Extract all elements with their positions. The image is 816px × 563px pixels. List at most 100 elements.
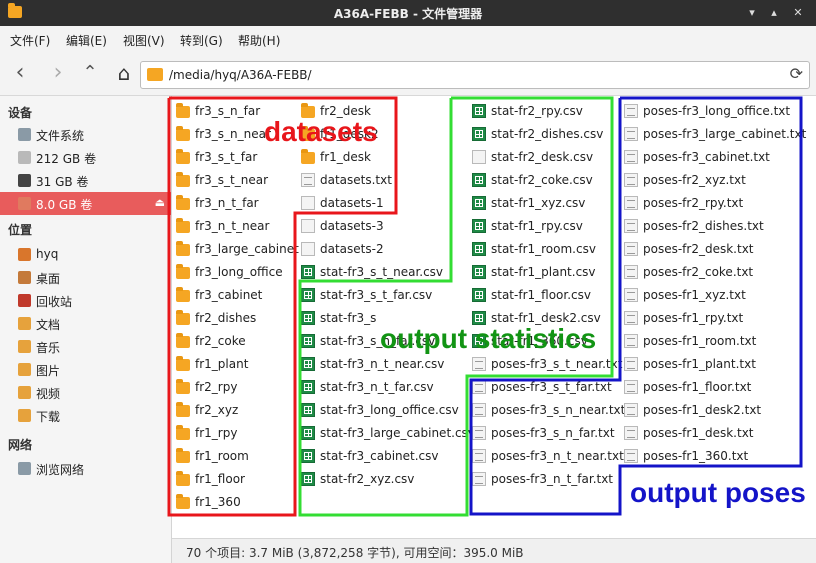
folder-item[interactable]: fr3_long_office [172, 261, 294, 284]
sidebar-item-places-7[interactable]: 下载 [0, 404, 171, 427]
videos-icon [18, 386, 31, 399]
menu-bar: 文件(F) 编辑(E) 视图(V) 转到(G) 帮助(H) [0, 26, 816, 52]
file-item[interactable]: poses-fr3_s_n_far.txt [468, 422, 618, 445]
spreadsheet-icon [301, 426, 315, 440]
file-item[interactable]: poses-fr1_desk2.txt [620, 399, 810, 422]
up-icon[interactable]: ⌃ [76, 60, 104, 88]
file-item[interactable]: poses-fr1_desk.txt [620, 422, 810, 445]
close-button[interactable]: ✕ [790, 5, 806, 21]
file-item[interactable]: stat-fr3_s_t_far.csv [297, 284, 465, 307]
sidebar-item-devices-3[interactable]: 8.0 GB 卷 ⏏ [0, 192, 171, 215]
file-name: poses-fr3_n_t_near.txt [491, 449, 624, 463]
folder-item[interactable]: fr3_n_t_near [172, 215, 294, 238]
sidebar-item-places-0[interactable]: hyq [0, 243, 171, 266]
eject-icon[interactable]: ⏏ [155, 196, 165, 209]
folder-icon [176, 126, 190, 141]
folder-item[interactable]: fr1_desk [297, 146, 465, 169]
folder-item[interactable]: fr2_rpy [172, 376, 294, 399]
file-item[interactable]: poses-fr3_n_t_far.txt [468, 468, 618, 491]
sidebar-item-places-4[interactable]: 音乐 [0, 335, 171, 358]
path-input[interactable]: /media/hyq/A36A-FEBB/ [169, 68, 312, 82]
folder-item[interactable]: fr2_xyz [172, 399, 294, 422]
minimize-button[interactable]: ▾ [744, 5, 760, 21]
menu-edit[interactable]: 编辑(E) [66, 32, 107, 49]
file-item[interactable]: poses-fr1_rpy.txt [620, 307, 810, 330]
file-item[interactable]: stat-fr1_plant.csv [468, 261, 618, 284]
file-item[interactable]: stat-fr3_long_office.csv [297, 399, 465, 422]
sidebar-item-devices-1[interactable]: 212 GB 卷 [0, 146, 171, 169]
menu-go[interactable]: 转到(G) [180, 32, 223, 49]
menu-file[interactable]: 文件(F) [10, 32, 50, 49]
file-item[interactable]: poses-fr2_coke.txt [620, 261, 810, 284]
file-item[interactable]: poses-fr3_s_t_far.txt [468, 376, 618, 399]
file-item[interactable]: stat-fr1_room.csv [468, 238, 618, 261]
location-bar[interactable]: /media/hyq/A36A-FEBB/ ⟳ [140, 61, 810, 89]
file-item[interactable]: poses-fr3_s_t_near.txt [468, 353, 622, 376]
file-name: datasets-1 [320, 196, 384, 210]
forward-icon[interactable]: › [44, 60, 72, 88]
folder-item[interactable]: fr1_room [172, 445, 294, 468]
sidebar-item-network-0[interactable]: 浏览网络 [0, 457, 171, 480]
folder-item[interactable]: fr3_s_t_near [172, 169, 294, 192]
file-item[interactable]: poses-fr3_s_n_near.txt [468, 399, 625, 422]
file-item[interactable]: stat-fr3_large_cabinet.csv [297, 422, 475, 445]
sidebar-item-devices-0[interactable]: 文件系统 [0, 123, 171, 146]
file-item[interactable]: poses-fr2_desk.txt [620, 238, 810, 261]
file-item[interactable]: stat-fr1_rpy.csv [468, 215, 618, 238]
folder-item[interactable]: fr3_cabinet [172, 284, 294, 307]
file-item[interactable]: poses-fr3_large_cabinet.txt [620, 123, 810, 146]
folder-item[interactable]: fr1_plant [172, 353, 294, 376]
file-item[interactable]: poses-fr2_xyz.txt [620, 169, 810, 192]
sidebar-item-places-1[interactable]: 桌面 [0, 266, 171, 289]
file-item[interactable]: stat-fr3_s_t_near.csv [297, 261, 465, 284]
file-item[interactable]: poses-fr1_plant.txt [620, 353, 810, 376]
sidebar-item-places-5[interactable]: 图片 [0, 358, 171, 381]
file-item[interactable]: poses-fr3_long_office.txt [620, 100, 810, 123]
file-item[interactable]: stat-fr1_floor.csv [468, 284, 618, 307]
folder-item[interactable]: fr3_s_t_far [172, 146, 294, 169]
reload-icon[interactable]: ⟳ [790, 64, 803, 83]
folder-item[interactable]: fr1_360 [172, 491, 294, 514]
folder-item[interactable]: fr1_rpy [172, 422, 294, 445]
file-item[interactable]: poses-fr2_dishes.txt [620, 215, 810, 238]
maximize-button[interactable]: ▴ [766, 5, 782, 21]
sidebar-item-places-3[interactable]: 文档 [0, 312, 171, 335]
sidebar-item-devices-2[interactable]: 31 GB 卷 [0, 169, 171, 192]
file-item[interactable]: stat-fr2_desk.csv [468, 146, 618, 169]
file-item[interactable]: datasets.txt [297, 169, 465, 192]
home-icon[interactable]: ⌂ [110, 60, 138, 88]
file-item[interactable]: poses-fr1_360.txt [620, 445, 810, 468]
file-item[interactable]: stat-fr1_xyz.csv [468, 192, 618, 215]
sidebar-item-label: 下载 [36, 410, 61, 424]
folder-item[interactable]: fr3_large_cabinet [172, 238, 299, 261]
file-item[interactable]: datasets-3 [297, 215, 465, 238]
file-name: poses-fr3_s_t_far.txt [491, 380, 612, 394]
file-item[interactable]: stat-fr3_n_t_near.csv [297, 353, 465, 376]
harddisk-icon [18, 128, 31, 141]
sidebar-item-places-2[interactable]: 回收站 [0, 289, 171, 312]
folder-item[interactable]: fr2_dishes [172, 307, 294, 330]
menu-view[interactable]: 视图(V) [123, 32, 165, 49]
file-item[interactable]: stat-fr2_dishes.csv [468, 123, 618, 146]
folder-item[interactable]: fr3_n_t_far [172, 192, 294, 215]
folder-item[interactable]: fr1_floor [172, 468, 294, 491]
menu-help[interactable]: 帮助(H) [238, 32, 280, 49]
file-item[interactable]: stat-fr3_n_t_far.csv [297, 376, 465, 399]
file-item[interactable]: stat-fr3_cabinet.csv [297, 445, 465, 468]
folder-item[interactable]: fr2_coke [172, 330, 294, 353]
file-item[interactable]: stat-fr2_coke.csv [468, 169, 618, 192]
file-item[interactable]: poses-fr2_rpy.txt [620, 192, 810, 215]
file-item[interactable]: poses-fr3_n_t_near.txt [468, 445, 624, 468]
file-item[interactable]: poses-fr1_room.txt [620, 330, 810, 353]
file-name: poses-fr3_cabinet.txt [643, 150, 770, 164]
file-item[interactable]: poses-fr1_floor.txt [620, 376, 810, 399]
file-item[interactable]: poses-fr1_xyz.txt [620, 284, 810, 307]
file-item[interactable]: stat-fr2_rpy.csv [468, 100, 618, 123]
file-item[interactable]: datasets-1 [297, 192, 465, 215]
file-item[interactable]: datasets-2 [297, 238, 465, 261]
sidebar-item-places-6[interactable]: 视频 [0, 381, 171, 404]
file-item[interactable]: stat-fr2_xyz.csv [297, 468, 465, 491]
back-icon[interactable]: ‹ [6, 60, 34, 88]
file-name: poses-fr1_rpy.txt [643, 311, 744, 325]
file-item[interactable]: poses-fr3_cabinet.txt [620, 146, 810, 169]
